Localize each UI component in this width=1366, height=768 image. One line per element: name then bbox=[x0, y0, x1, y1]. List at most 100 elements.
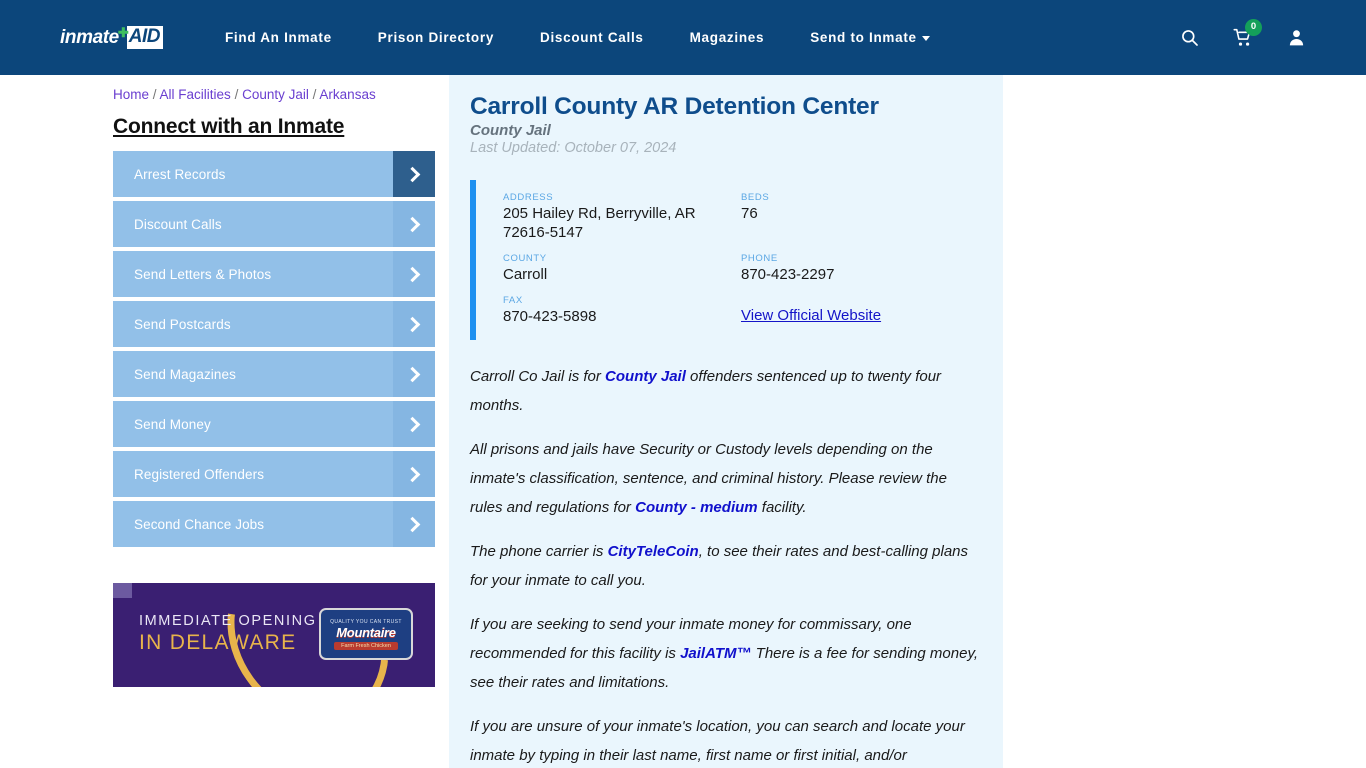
sidebar-item-label: Send Magazines bbox=[134, 366, 236, 382]
nav-label: Prison Directory bbox=[377, 30, 495, 45]
nav-item-magazines[interactable]: Magazines bbox=[690, 30, 765, 45]
breadcrumb-item-all-facilities[interactable]: All Facilities bbox=[160, 87, 231, 102]
paragraph: If you are unsure of your inmate's locat… bbox=[470, 712, 979, 768]
chevron-right-icon bbox=[393, 351, 435, 397]
info-label: BEDS bbox=[741, 192, 770, 203]
facility-description: Carroll Co Jail is for County Jail offen… bbox=[470, 362, 979, 768]
nav-item-find-an-inmate[interactable]: Find An Inmate bbox=[225, 30, 332, 45]
chevron-right-icon bbox=[393, 201, 435, 247]
chevron-right-icon bbox=[393, 401, 435, 447]
chevron-right-icon bbox=[393, 451, 435, 497]
chevron-down-icon bbox=[921, 35, 930, 41]
breadcrumb: Home / All Facilities / County Jail / Ar… bbox=[113, 87, 376, 102]
info-label bbox=[741, 295, 979, 306]
inline-text: If you are unsure of your inmate's locat… bbox=[470, 718, 965, 764]
ad-logo-tagline-bottom: Farm Fresh Chicken bbox=[334, 641, 398, 650]
mountaire-logo: QUALITY YOU CAN TRUST Mountaire Farm Fre… bbox=[319, 608, 413, 660]
breadcrumb-separator: / bbox=[152, 87, 160, 102]
chevron-right-icon bbox=[393, 151, 435, 197]
page-title: Carroll County AR Detention Center bbox=[470, 93, 879, 120]
nav-label: Send to Inmate bbox=[810, 30, 917, 45]
sidebar-item-label: Send Money bbox=[134, 416, 211, 432]
info-label: COUNTY bbox=[503, 253, 547, 264]
facility-info-block: ADDRESS 205 Hailey Rd, Berryville, AR 72… bbox=[470, 180, 979, 340]
cart-icon[interactable]: 0 bbox=[1233, 18, 1262, 48]
breadcrumb-separator: / bbox=[234, 87, 243, 102]
sidebar-item-discount-calls[interactable]: Discount Calls bbox=[113, 201, 435, 247]
info-beds: BEDS 76 bbox=[741, 192, 979, 242]
site-header: inmate ✚ AID Find An Inmate Prison Direc… bbox=[0, 0, 1366, 75]
logo-aid-badge: AID bbox=[126, 26, 163, 49]
nav-item-discount-calls[interactable]: Discount Calls bbox=[540, 30, 644, 45]
info-address: ADDRESS 205 Hailey Rd, Berryville, AR 72… bbox=[503, 192, 741, 242]
sidebar-item-send-postcards[interactable]: Send Postcards bbox=[113, 301, 435, 347]
sidebar: Connect with an Inmate Arrest Records Di… bbox=[113, 75, 435, 768]
inline-text: facility. bbox=[757, 499, 807, 516]
inline-text: The phone carrier is bbox=[470, 543, 608, 560]
user-icon[interactable] bbox=[1287, 28, 1306, 47]
info-value: 870-423-5898 bbox=[503, 308, 597, 325]
logo-text: inmate bbox=[60, 26, 119, 48]
inline-link[interactable]: County Jail bbox=[605, 368, 686, 385]
info-fax: FAX 870-423-5898 bbox=[503, 295, 741, 326]
facility-panel: Carroll County AR Detention Center Count… bbox=[449, 75, 1003, 768]
nav-item-prison-directory[interactable]: Prison Directory bbox=[378, 30, 494, 45]
breadcrumb-item-arkansas[interactable]: Arkansas bbox=[319, 87, 375, 102]
cart-count-badge: 0 bbox=[1245, 18, 1262, 36]
sidebar-item-label: Discount Calls bbox=[134, 216, 222, 232]
nav-label: Magazines bbox=[689, 30, 765, 45]
sidebar-item-send-letters-photos[interactable]: Send Letters & Photos bbox=[113, 251, 435, 297]
breadcrumb-item-home[interactable]: Home bbox=[113, 87, 149, 102]
info-value: 76 bbox=[741, 205, 758, 222]
sidebar-item-arrest-records[interactable]: Arrest Records bbox=[113, 151, 435, 197]
sidebar-item-send-money[interactable]: Send Money bbox=[113, 401, 435, 447]
nav-item-send-to-inmate[interactable]: Send to Inmate bbox=[810, 30, 930, 45]
info-label: FAX bbox=[503, 295, 523, 306]
sidebar-item-label: Second Chance Jobs bbox=[134, 516, 265, 532]
sidebar-item-registered-offenders[interactable]: Registered Offenders bbox=[113, 451, 435, 497]
inline-link[interactable]: County - medium bbox=[635, 499, 758, 516]
info-phone: PHONE 870-423-2297 bbox=[741, 253, 979, 284]
paragraph: The phone carrier is CityTeleCoin, to se… bbox=[470, 537, 979, 595]
ad-text: IMMEDIATE OPENING IN DELAWARE bbox=[139, 613, 317, 655]
site-logo[interactable]: inmate ✚ AID bbox=[60, 24, 163, 49]
chevron-right-icon bbox=[393, 301, 435, 347]
inline-link[interactable]: CityTeleCoin bbox=[608, 543, 699, 560]
paragraph: If you are seeking to send your inmate m… bbox=[470, 610, 979, 697]
info-value: 870-423-2297 bbox=[741, 266, 835, 283]
ad-headline-2: IN DELAWARE bbox=[139, 631, 297, 654]
search-icon[interactable] bbox=[1180, 28, 1199, 47]
breadcrumb-item-county-jail[interactable]: County Jail bbox=[242, 87, 309, 102]
ad-logo-brand: Mountaire bbox=[336, 624, 396, 640]
inline-link[interactable]: JailATM™ bbox=[680, 645, 751, 662]
sidebar-item-label: Send Letters & Photos bbox=[134, 266, 272, 282]
last-updated: Last Updated: October 07, 2024 bbox=[470, 140, 677, 156]
paragraph: Carroll Co Jail is for County Jail offen… bbox=[470, 362, 979, 420]
info-official-website: View Official Website bbox=[741, 295, 979, 326]
page-body: Home / All Facilities / County Jail / Ar… bbox=[0, 75, 1366, 768]
ad-corner-tab bbox=[113, 583, 132, 598]
info-label: PHONE bbox=[741, 253, 778, 264]
nav-label: Discount Calls bbox=[540, 30, 644, 45]
sidebar-item-label: Arrest Records bbox=[134, 166, 226, 182]
facility-type: County Jail bbox=[470, 122, 551, 139]
info-value: Carroll bbox=[503, 266, 548, 283]
paragraph: All prisons and jails have Security or C… bbox=[470, 435, 979, 522]
sidebar-item-send-magazines[interactable]: Send Magazines bbox=[113, 351, 435, 397]
chevron-right-icon bbox=[393, 501, 435, 547]
advertisement-banner[interactable]: IMMEDIATE OPENING IN DELAWARE QUALITY YO… bbox=[113, 583, 435, 687]
header-icons: 0 bbox=[1180, 18, 1306, 48]
sidebar-title: Connect with an Inmate bbox=[113, 115, 345, 138]
info-county: COUNTY Carroll bbox=[503, 253, 741, 284]
sidebar-item-second-chance-jobs[interactable]: Second Chance Jobs bbox=[113, 501, 435, 547]
chevron-right-icon bbox=[393, 251, 435, 297]
info-label: ADDRESS bbox=[503, 192, 554, 203]
view-official-website-link[interactable]: View Official Website bbox=[741, 307, 881, 324]
sidebar-item-label: Send Postcards bbox=[134, 316, 231, 332]
green-cross-icon: ✚ bbox=[117, 24, 129, 40]
sidebar-item-label: Registered Offenders bbox=[134, 466, 265, 482]
nav-label: Find An Inmate bbox=[224, 30, 332, 45]
ad-headline-1: IMMEDIATE OPENING bbox=[139, 613, 317, 629]
main-nav: Find An Inmate Prison Directory Discount… bbox=[225, 30, 930, 45]
inline-text: Carroll Co Jail is for bbox=[470, 368, 606, 385]
